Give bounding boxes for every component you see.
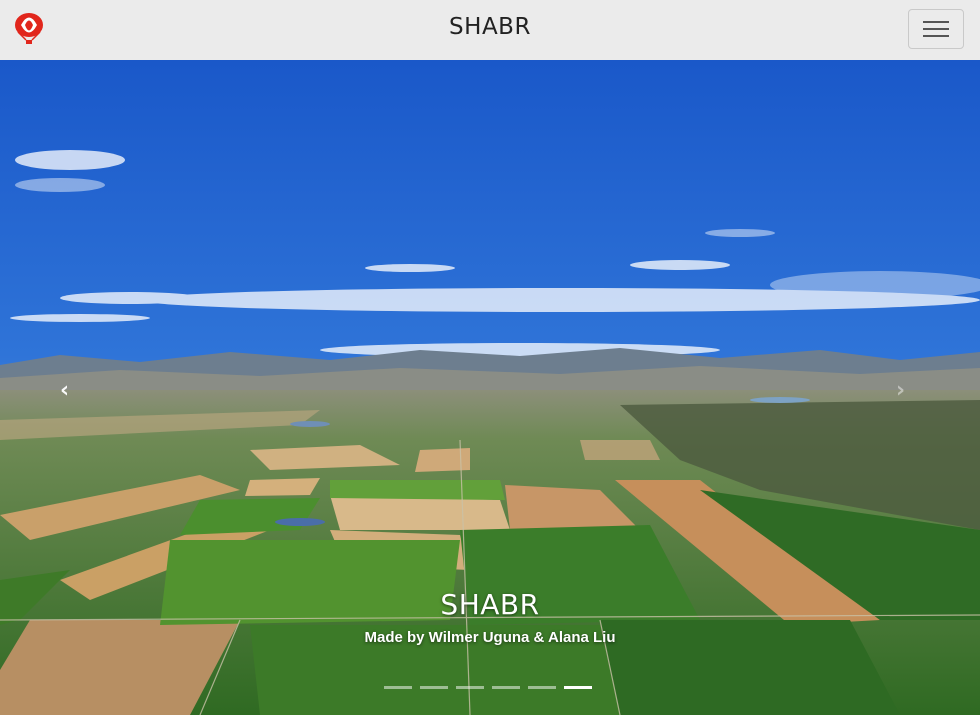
carousel-prev-button[interactable]: ‹ — [40, 360, 100, 420]
carousel-next-button[interactable]: › — [876, 360, 936, 420]
carousel-indicator[interactable] — [420, 686, 448, 689]
menu-toggle-button[interactable] — [908, 9, 964, 49]
hamburger-menu-icon-bar — [923, 28, 949, 30]
hamburger-menu-icon-bar — [923, 35, 949, 37]
caption-subtitle: Made by Wilmer Uguna & Alana Liu — [364, 629, 616, 646]
hamburger-menu-icon — [923, 21, 949, 23]
carousel-indicator-active[interactable] — [564, 686, 592, 689]
caption-title: SHABR — [440, 588, 540, 621]
carousel-indicator[interactable] — [492, 686, 520, 689]
brand-title[interactable]: SHABR — [0, 14, 980, 40]
navbar: SHABR — [0, 0, 980, 60]
carousel-caption: SHABR Made by Wilmer Uguna & Alana Liu — [0, 588, 980, 646]
carousel-indicators — [384, 685, 592, 691]
chevron-left-icon: ‹ — [60, 378, 70, 403]
chevron-right-icon: › — [896, 378, 906, 403]
hero-carousel: ‹ › SHABR Made by Wilmer Uguna & Alana L… — [0, 60, 980, 715]
carousel-indicator[interactable] — [528, 686, 556, 689]
carousel-indicator[interactable] — [384, 686, 412, 689]
carousel-indicator[interactable] — [456, 686, 484, 689]
